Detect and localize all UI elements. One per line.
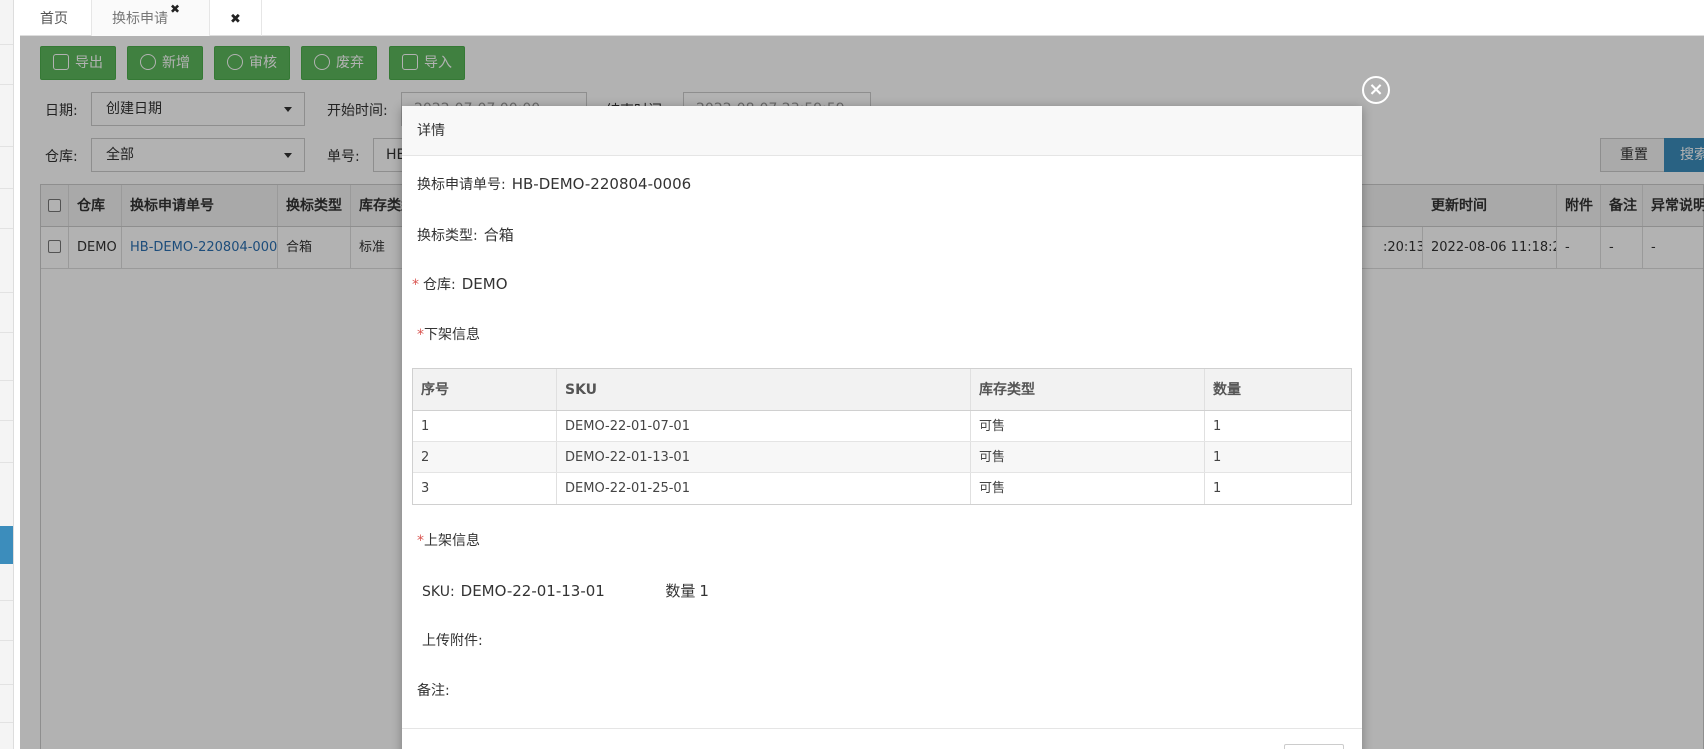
remark-row: 备注:: [417, 680, 450, 700]
cell-seq: 2: [413, 442, 557, 472]
table-row: 2 DEMO-22-01-13-01 可售 1: [413, 442, 1351, 473]
col-seq: 序号: [413, 369, 557, 410]
cell-qty: 1: [1213, 419, 1222, 434]
rail-divider: [0, 684, 13, 685]
order-no-row: 换标申请单号: HB-DEMO-220804-0006: [417, 174, 691, 194]
cell-stock-type: 可售: [971, 442, 1205, 472]
type-value: 合箱: [483, 226, 514, 244]
on-shelf-row: *上架信息: [417, 530, 480, 550]
type-label: 换标类型:: [417, 228, 478, 244]
cell-sku: DEMO-22-01-25-01: [557, 473, 971, 504]
warehouse-row: * 仓库: DEMO: [412, 274, 508, 294]
cell-stock-type: 可售: [971, 473, 1205, 504]
off-shelf-table: 序号 SKU 库存类型 数量 1 DEMO-22-01-07-01 可售 1 2…: [412, 368, 1352, 505]
rail-divider: [0, 380, 13, 381]
cell-qty: 1: [1213, 481, 1222, 496]
attachment-label: 上传附件:: [422, 633, 483, 649]
modal-close-button[interactable]: ×: [1362, 76, 1390, 104]
rail-divider: [0, 600, 13, 601]
order-no-value: HB-DEMO-220804-0006: [511, 175, 692, 193]
cell-seq: 1: [413, 411, 557, 441]
rail-active-item[interactable]: [0, 526, 13, 564]
tab-label-change[interactable]: 换标申请: [92, 0, 210, 36]
cell-seq: 3: [413, 473, 557, 504]
modal-footer-divider: [402, 728, 1362, 729]
rail-divider: [0, 462, 13, 463]
rail-divider: [0, 292, 13, 293]
left-sidebar-rail: [0, 0, 14, 749]
close-icon: ×: [1368, 79, 1384, 100]
remark-label: 备注:: [417, 683, 450, 699]
col-sku: SKU: [557, 369, 971, 410]
rail-divider: [0, 188, 13, 189]
rail-divider: [0, 420, 13, 421]
cell-sku: DEMO-22-01-13-01: [557, 442, 971, 472]
close-icon[interactable]: ✖: [170, 2, 180, 16]
tab-home[interactable]: 首页: [20, 0, 92, 36]
table-row: 1 DEMO-22-01-07-01 可售 1: [413, 411, 1351, 442]
col-qty: 数量: [1213, 382, 1241, 398]
cell-sku: DEMO-22-01-07-01: [557, 411, 971, 441]
rail-divider: [0, 722, 13, 723]
warehouse-label: 仓库:: [423, 277, 456, 293]
detail-modal: 详情 换标申请单号: HB-DEMO-220804-0006 换标类型: 合箱 * 仓…: [402, 106, 1362, 749]
close-all-tabs-button[interactable]: ✖: [210, 0, 262, 36]
warehouse-value: DEMO: [461, 275, 508, 293]
required-mark: *: [412, 277, 419, 293]
qty-label: 数量: [665, 582, 696, 600]
rail-divider: [0, 84, 13, 85]
modal-title: 详情: [402, 106, 1362, 156]
on-shelf-label: 上架信息: [424, 533, 480, 549]
attachment-row: 上传附件:: [422, 630, 483, 650]
cell-qty: 1: [1213, 450, 1222, 465]
modal-footer-button[interactable]: [1284, 744, 1344, 749]
off-shelf-table-header: 序号 SKU 库存类型 数量: [413, 369, 1351, 411]
type-row: 换标类型: 合箱: [417, 224, 514, 245]
close-icon: ✖: [230, 12, 241, 27]
tab-bar: 首页 换标申请 ✖ ✖: [20, 0, 1704, 36]
rail-divider: [0, 44, 13, 45]
rail-divider: [0, 332, 13, 333]
tab-label-change-label: 换标申请: [112, 11, 168, 27]
rail-divider: [0, 146, 13, 147]
table-row: 3 DEMO-22-01-25-01 可售 1: [413, 473, 1351, 504]
order-no-label: 换标申请单号:: [417, 177, 506, 193]
off-shelf-label: 下架信息: [424, 327, 480, 343]
rail-divider: [0, 228, 13, 229]
sku-label: SKU:: [422, 584, 455, 600]
tab-home-label: 首页: [40, 11, 68, 27]
off-shelf-row: *下架信息: [417, 324, 480, 344]
required-mark: *: [417, 327, 424, 343]
on-shelf-sku-row: SKU: DEMO-22-01-13-01 数量 1: [422, 580, 709, 601]
cell-stock-type: 可售: [971, 411, 1205, 441]
sku-value: DEMO-22-01-13-01: [460, 582, 605, 600]
rail-divider: [0, 640, 13, 641]
qty-value: 1: [699, 582, 709, 600]
col-stock-type: 库存类型: [971, 369, 1205, 410]
required-mark: *: [417, 533, 424, 549]
